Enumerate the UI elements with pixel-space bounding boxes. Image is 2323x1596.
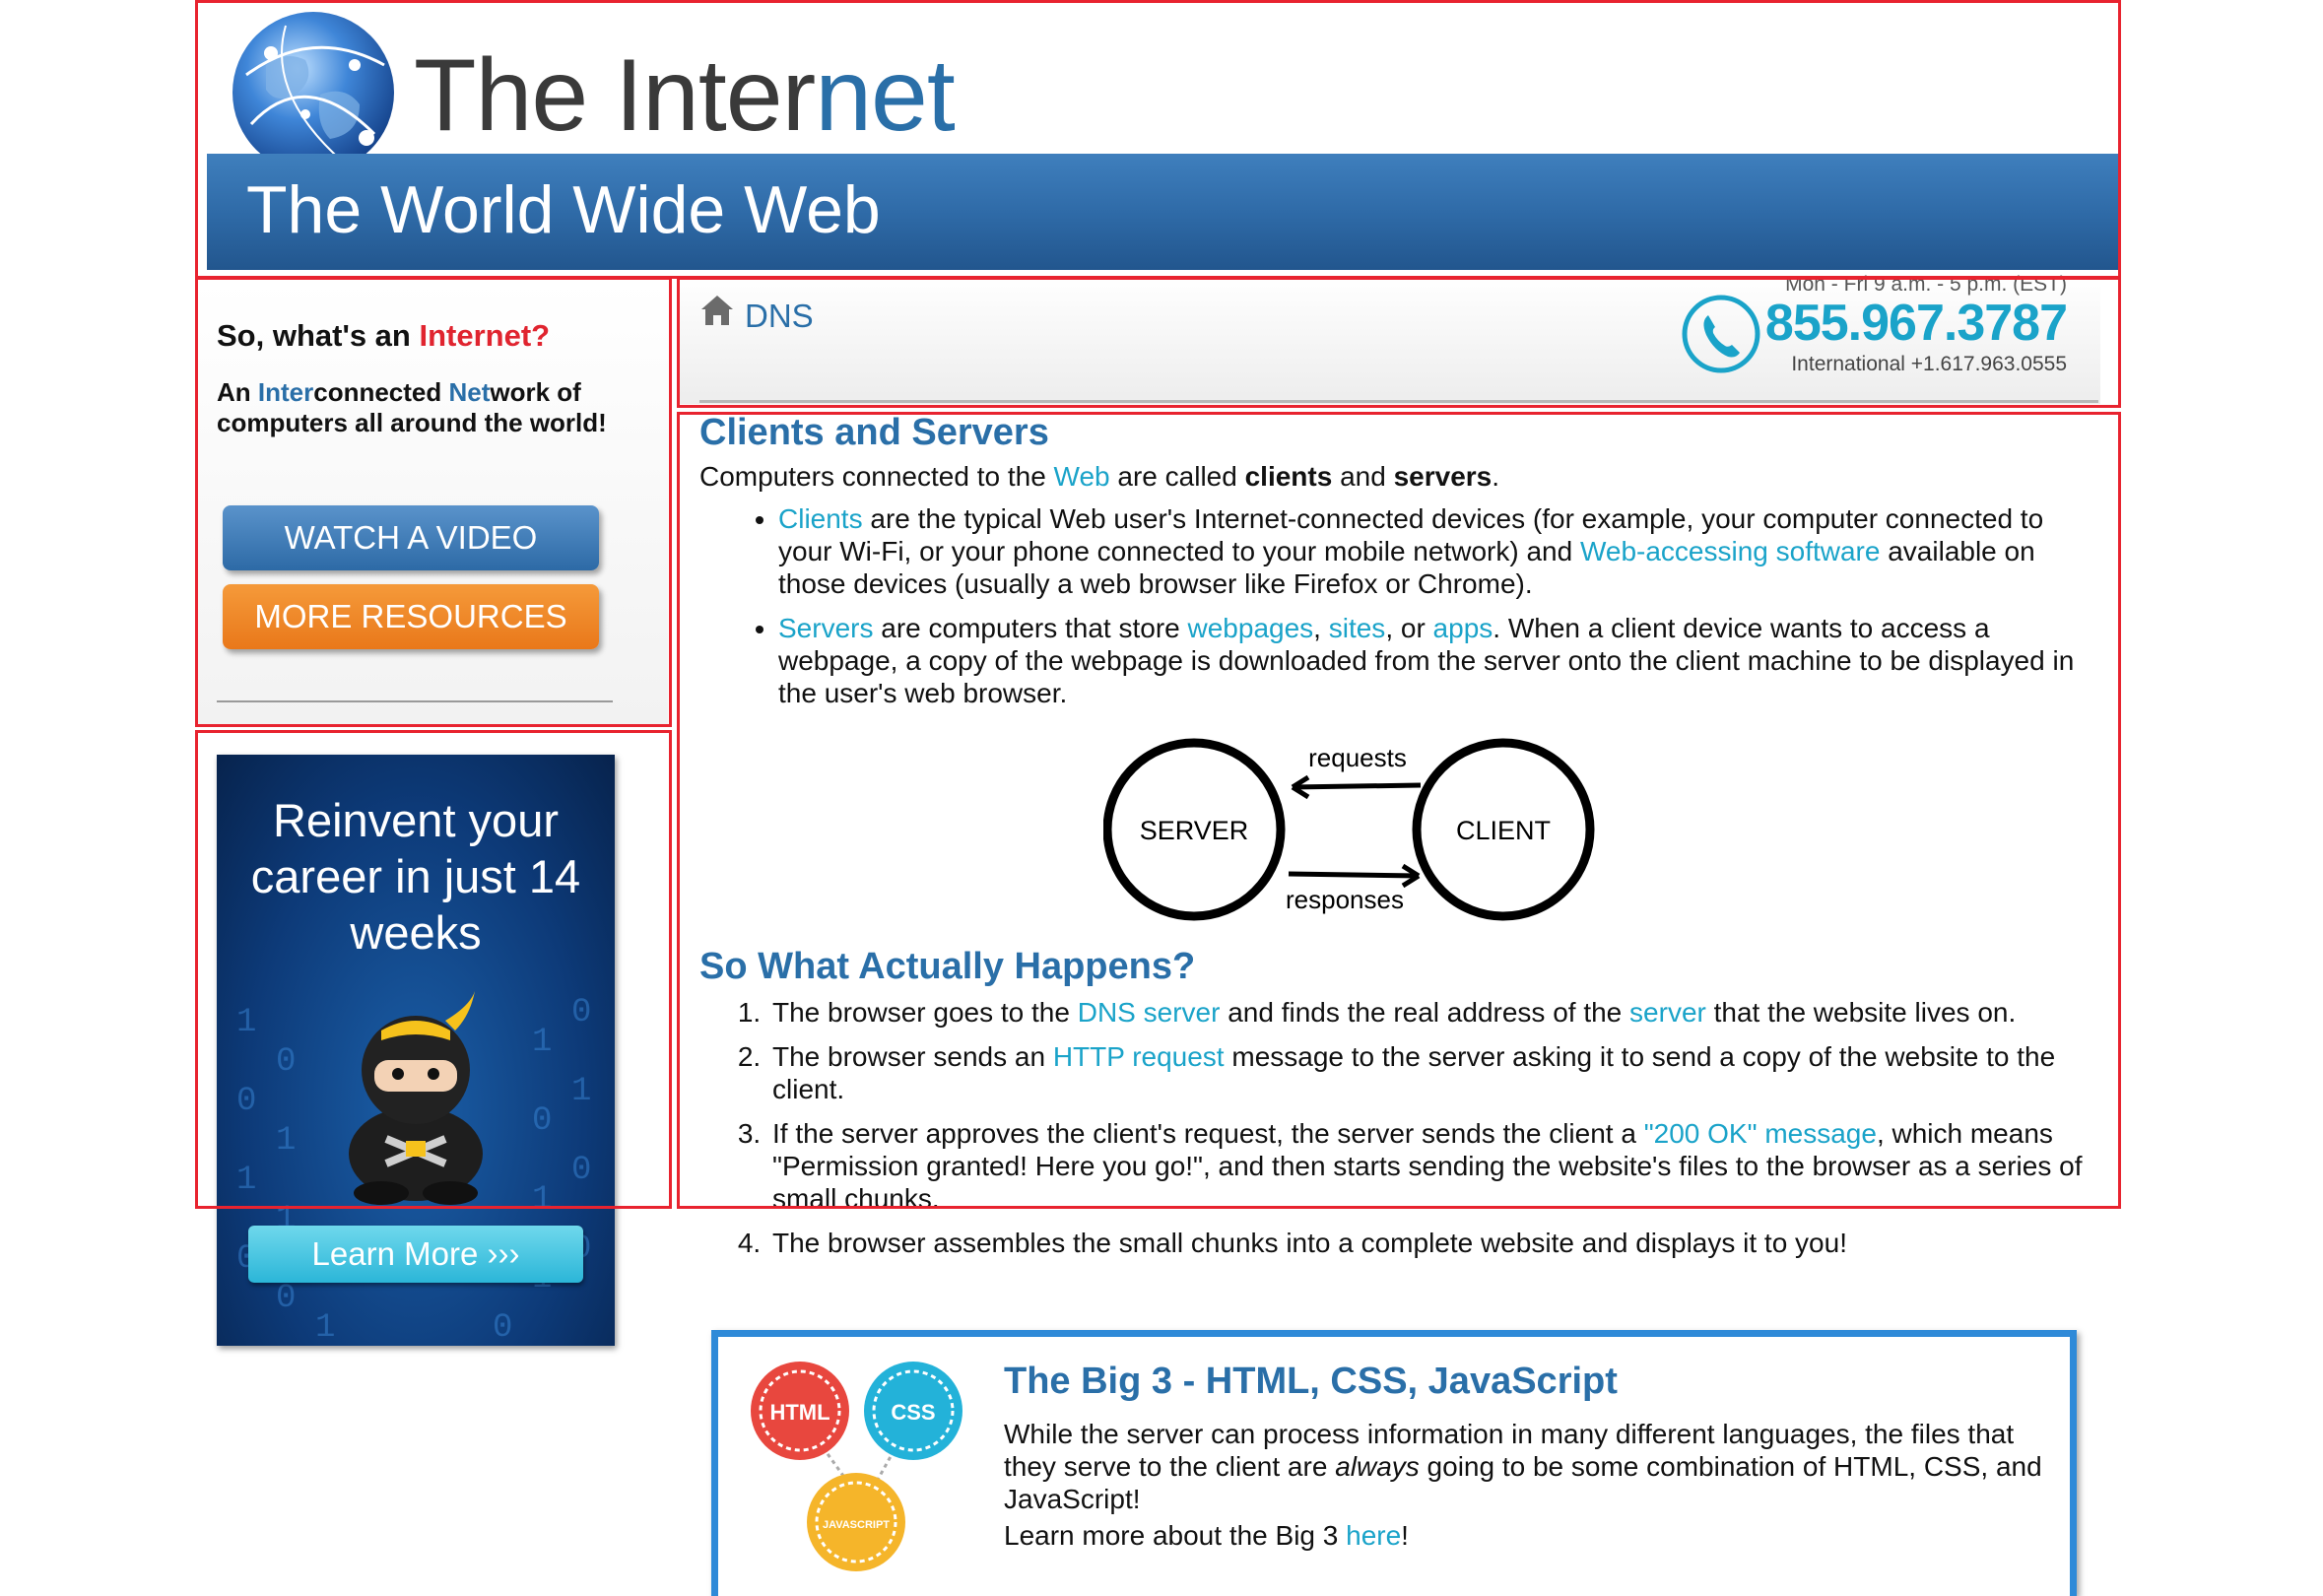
svg-text:1: 1: [571, 1073, 591, 1110]
phone-number[interactable]: 855.967.3787: [1765, 294, 2068, 353]
list-item: If the server approves the client's requ…: [768, 1117, 2098, 1215]
clients-intro: Computers connected to the Web are calle…: [699, 461, 1500, 492]
svg-text:0: 0: [493, 1309, 512, 1346]
server-link[interactable]: server: [1629, 997, 1706, 1028]
big3-panel: HTML CSS JAVASCRIPT The Big 3 - HTML, CS…: [711, 1330, 2077, 1596]
server-label: SERVER: [1140, 816, 1249, 845]
breadcrumb-dns[interactable]: DNS: [745, 298, 814, 335]
svg-text:1: 1: [276, 1122, 296, 1160]
ninja-icon: [349, 991, 483, 1205]
big3-heading: The Big 3 - HTML, CSS, JavaScript: [1004, 1361, 1618, 1402]
big3-here-link[interactable]: here: [1346, 1520, 1401, 1551]
client-label: CLIENT: [1456, 816, 1551, 845]
clients-link[interactable]: Clients: [778, 503, 863, 534]
watch-video-button[interactable]: WATCH A VIDEO: [223, 505, 599, 570]
phone-icon: [1682, 295, 1760, 373]
svg-text:1: 1: [532, 1024, 552, 1061]
list-item: The browser goes to the DNS server and f…: [768, 996, 2098, 1029]
svg-text:0: 0: [532, 1102, 552, 1140]
learn-more-button[interactable]: Learn More ›››: [248, 1226, 583, 1283]
svg-text:0: 0: [236, 1083, 256, 1120]
requests-label: requests: [1308, 743, 1407, 772]
html-badge-label: HTML: [769, 1400, 830, 1425]
sidebar-heading: So, what's an Internet?: [217, 318, 551, 353]
list-item: The browser sends an HTTP request messag…: [768, 1040, 2098, 1105]
sidebar-description: An Interconnected Network of computers a…: [217, 377, 607, 437]
webpages-link[interactable]: webpages: [1188, 613, 1314, 643]
web-link[interactable]: Web: [1054, 461, 1110, 492]
html-css-js-badges-icon: HTML CSS JAVASCRIPT: [751, 1362, 962, 1571]
site-title[interactable]: The Internet: [414, 37, 956, 155]
servers-link[interactable]: Servers: [778, 613, 873, 643]
css-badge-label: CSS: [891, 1400, 935, 1425]
client-server-diagram: SERVER CLIENT requests responses: [1103, 738, 1595, 921]
breadcrumb-divider: [699, 400, 2098, 403]
list-item: The browser assembles the small chunks i…: [768, 1227, 2098, 1259]
200-ok-link[interactable]: "200 OK" message: [1644, 1118, 1877, 1149]
svg-text:0: 0: [276, 1280, 296, 1317]
banner-title: The World Wide Web: [246, 172, 881, 247]
site-header: The Internet The World Wide Web: [207, 0, 2118, 276]
breadcrumb-bar: DNS Mon - Fri 9 a.m. - 5 p.m. (EST) 855.…: [680, 273, 2100, 404]
http-request-link[interactable]: HTTP request: [1053, 1041, 1225, 1072]
web-software-link[interactable]: Web-accessing software: [1580, 536, 1881, 566]
big3-description: While the server can process information…: [1004, 1419, 2042, 1514]
home-icon[interactable]: [699, 294, 735, 327]
what-happens-heading: So What Actually Happens?: [699, 946, 1196, 987]
list-item: Servers are computers that store webpage…: [778, 612, 2098, 709]
svg-text:0: 0: [571, 994, 591, 1031]
international-number: International +1.617.963.0555: [1791, 353, 2067, 375]
career-ad[interactable]: 1010 0110 1011 0100 10 Reinvent your car…: [217, 755, 615, 1346]
svg-text:1: 1: [315, 1309, 335, 1346]
responses-label: responses: [1286, 885, 1404, 914]
svg-text:0: 0: [276, 1043, 296, 1081]
big3-learn-more: Learn more about the Big 3 here!: [1004, 1520, 1409, 1551]
js-badge-label: JAVASCRIPT: [823, 1519, 890, 1531]
svg-text:1: 1: [236, 1162, 256, 1199]
dns-server-link[interactable]: DNS server: [1078, 997, 1221, 1028]
list-item: Clients are the typical Web user's Inter…: [778, 502, 2098, 600]
sidebar-divider: [217, 700, 613, 702]
svg-text:1: 1: [532, 1181, 552, 1219]
main-content: Clients and Servers Computers connected …: [699, 412, 2098, 1271]
steps-list: The browser goes to the DNS server and f…: [699, 996, 2098, 1259]
banner: The World Wide Web: [207, 154, 2118, 270]
sidebar-panel: So, what's an Internet? An Interconnecte…: [197, 281, 668, 726]
svg-text:1: 1: [236, 1004, 256, 1041]
sites-link[interactable]: sites: [1329, 613, 1386, 643]
apps-link[interactable]: apps: [1433, 613, 1493, 643]
ad-headline: Reinvent your career in just 14 weeks: [250, 794, 581, 959]
clients-servers-list: Clients are the typical Web user's Inter…: [699, 502, 2098, 709]
more-resources-button[interactable]: MORE RESOURCES: [223, 584, 599, 649]
clients-servers-heading: Clients and Servers: [699, 412, 1049, 453]
svg-text:0: 0: [571, 1152, 591, 1189]
